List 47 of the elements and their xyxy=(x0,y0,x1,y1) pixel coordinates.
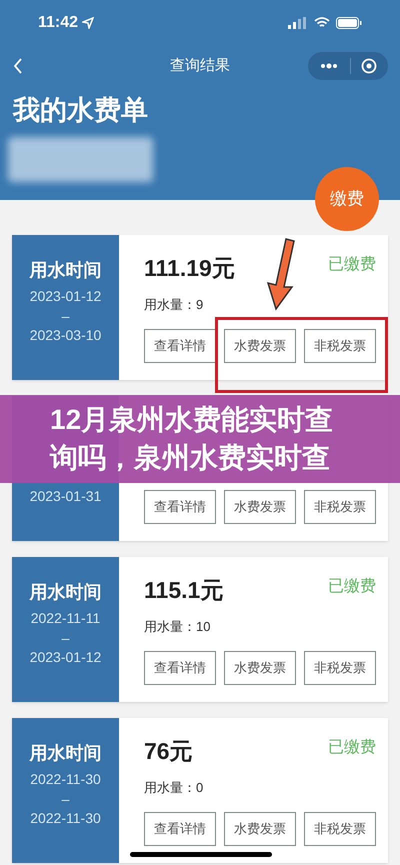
location-icon xyxy=(82,17,94,29)
back-icon[interactable] xyxy=(12,57,24,75)
signal-icon xyxy=(288,17,308,29)
bill-action-button[interactable]: 水费发票 xyxy=(224,651,296,685)
banner-title: 询吗，泉州水费实时查 xyxy=(50,441,331,475)
start-date: 2022-11-11 xyxy=(30,610,100,626)
date-separator: – xyxy=(62,630,70,646)
end-date: 2023-01-31 xyxy=(30,487,102,506)
end-date: 2022-11-30 xyxy=(30,809,101,828)
bill-heading: 我的水费单 xyxy=(12,94,149,127)
bill-action-button[interactable]: 查看详情 xyxy=(144,329,216,363)
bill-action-button[interactable]: 查看详情 xyxy=(144,812,216,846)
bill-action-button[interactable]: 查看详情 xyxy=(144,651,216,685)
bill-action-button[interactable]: 非税发票 xyxy=(304,651,376,685)
page-title: 查询结果 xyxy=(170,56,230,76)
close-target-icon[interactable] xyxy=(361,58,377,74)
start-date: 2023-01-12 xyxy=(30,288,102,304)
date-separator: – xyxy=(62,308,70,324)
bill-amount: 115.1元 xyxy=(144,576,224,605)
period-label: 用水时间 xyxy=(30,743,102,763)
water-usage: 用水量：10 xyxy=(144,619,210,634)
wifi-icon xyxy=(314,17,330,29)
payment-status: 已缴费 xyxy=(328,576,376,597)
battery-icon xyxy=(336,17,362,29)
bill-action-button[interactable]: 非税发票 xyxy=(304,490,376,524)
capsule-menu[interactable] xyxy=(308,52,388,80)
end-date: 2023-01-12 xyxy=(30,648,102,667)
more-icon[interactable] xyxy=(320,63,338,69)
bill-action-button[interactable]: 水费发票 xyxy=(224,490,296,524)
banner-title: 12月泉州水费能实时查 xyxy=(50,403,334,437)
bill-action-button[interactable]: 非税发票 xyxy=(304,812,376,846)
water-usage: 用水量：0 xyxy=(144,780,204,795)
status-time: 11:42 xyxy=(38,13,78,33)
bill-amount: 111.19元 xyxy=(144,254,235,283)
period-label: 用水时间 xyxy=(30,582,102,602)
payment-status: 已缴费 xyxy=(328,738,376,758)
bill-amount: 76元 xyxy=(144,737,193,766)
bill-action-button[interactable]: 水费发票 xyxy=(224,329,296,363)
water-usage: 用水量：9 xyxy=(144,297,204,312)
date-separator: – xyxy=(62,791,70,807)
bill-action-button[interactable]: 非税发票 xyxy=(304,329,376,363)
payment-status: 已缴费 xyxy=(328,254,376,275)
bill-action-button[interactable]: 查看详情 xyxy=(144,490,216,524)
period-label: 用水时间 xyxy=(30,260,102,280)
bill-action-button[interactable]: 水费发票 xyxy=(224,812,296,846)
start-date: 2022-11-30 xyxy=(30,771,101,787)
end-date: 2023-03-10 xyxy=(30,326,102,345)
